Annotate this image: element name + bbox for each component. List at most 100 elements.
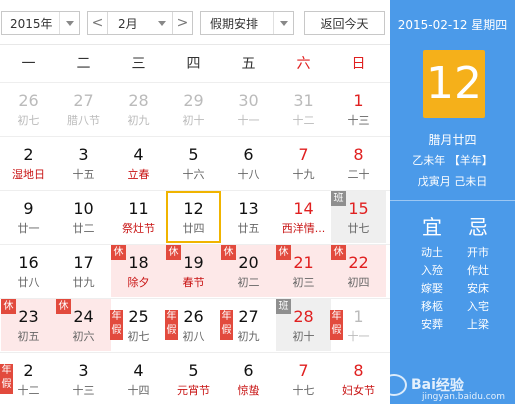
next-month-button[interactable]: > [172, 12, 192, 34]
lunar-date: 腊月廿四 [428, 133, 477, 147]
lunar-label: 十七 [292, 384, 315, 397]
calendar-day[interactable]: 1 十三 [331, 83, 386, 135]
day-number: 3 [78, 145, 89, 164]
calendar-day[interactable]: 24 初六休 [56, 299, 111, 351]
calendar-day[interactable]: 8 妇女节 [331, 353, 386, 404]
calendar-day[interactable]: 21 初三休 [276, 245, 331, 297]
day-number: 14 [293, 199, 314, 218]
day-number: 5 [188, 361, 199, 380]
calendar-day[interactable]: 13 廿五 [221, 191, 276, 243]
calendar-day[interactable]: 2 湿地日 [1, 137, 56, 189]
calendar-day[interactable]: 23 初五休 [1, 299, 56, 351]
month-select[interactable]: < 2月 > [87, 11, 193, 35]
holiday-badge: 年假 [165, 310, 178, 340]
holiday-badge: 休 [56, 299, 71, 314]
calendar-day[interactable]: 22 初四休 [331, 245, 386, 297]
ganzhi-month-day: 戊寅月 己未日 [417, 175, 488, 188]
calendar-day[interactable]: 6 惊蛰 [221, 353, 276, 404]
lunar-label: 妇女节 [342, 384, 375, 397]
divider [390, 200, 515, 201]
lunar-label: 廿四 [182, 222, 205, 235]
holiday-select[interactable]: 假期安排 [200, 11, 294, 35]
holiday-badge: 休 [111, 245, 126, 260]
weekday-header: 一二三四五六日 [0, 44, 390, 82]
calendar-day[interactable]: 14 西洋情... [276, 191, 331, 243]
lunar-label: 初五 [17, 330, 40, 343]
day-number: 31 [293, 91, 314, 110]
calendar-day[interactable]: 8 二十 [331, 137, 386, 189]
day-number: 13 [238, 199, 259, 218]
calendar-day[interactable]: 5 十六 [166, 137, 221, 189]
chevron-down-icon [152, 12, 172, 34]
calendar-day[interactable]: 29 初十 [166, 83, 221, 135]
month-select-value: 2月 [118, 16, 138, 31]
calendar-day[interactable]: 28 初九 [111, 83, 166, 135]
day-number: 11 [128, 199, 149, 218]
calendar-day[interactable]: 16 廿八 [1, 245, 56, 297]
lunar-label: 西洋情... [281, 222, 326, 235]
calendar-day[interactable]: 30 十一 [221, 83, 276, 135]
year-select[interactable]: 2015年 [1, 11, 80, 35]
calendar-day[interactable]: 20 初二休 [221, 245, 276, 297]
calendar-day[interactable]: 6 十八 [221, 137, 276, 189]
prev-month-button[interactable]: < [88, 12, 108, 34]
holiday-badge: 休 [221, 245, 236, 260]
day-number: 3 [78, 361, 89, 380]
holiday-badge: 休 [166, 245, 181, 260]
day-number: 1 [353, 91, 364, 110]
calendar-day[interactable]: 1 十一 年假 [330, 299, 386, 351]
lunar-label: 立春 [127, 168, 150, 181]
day-number: 4 [133, 361, 144, 380]
calendar-day[interactable]: 10 廿二 [56, 191, 111, 243]
calendar-day[interactable]: 9 廿一 [1, 191, 56, 243]
calendar-day[interactable]: 7 十七 [276, 353, 331, 404]
calendar-day[interactable]: 18 除夕休 [111, 245, 166, 297]
calendar-day[interactable]: 5 元宵节 [166, 353, 221, 404]
lunar-label: 十六 [182, 168, 205, 181]
yi-title: 宜 [422, 215, 442, 239]
calendar-day[interactable]: 17 廿九 [56, 245, 111, 297]
calendar-day[interactable]: 28 初十班 [276, 299, 331, 351]
calendar-day[interactable]: 7 十九 [276, 137, 331, 189]
weekday-label: 五 [241, 56, 256, 72]
lunar-label: 十三 [72, 384, 95, 397]
calendar-day[interactable]: 3 十五 [56, 137, 111, 189]
calendar-day[interactable]: 27 腊八节 [56, 83, 111, 135]
calendar-day[interactable]: 27 初九 年假 [220, 299, 276, 351]
lunar-label: 初三 [292, 276, 315, 289]
workday-badge: 班 [276, 299, 291, 314]
calendar-day[interactable]: 25 初七 年假 [110, 299, 166, 351]
day-number: 30 [238, 91, 259, 110]
calendar-day[interactable]: 26 初八 年假 [165, 299, 221, 351]
day-number: 27 [73, 91, 94, 110]
yi-item: 嫁娶 [421, 282, 443, 295]
calendar-day[interactable]: 4 立春 [111, 137, 166, 189]
today-button[interactable]: 返回今天 [304, 11, 385, 35]
lunar-label: 廿八 [17, 276, 40, 289]
calendar-day[interactable]: 2 十二 年假 [0, 353, 56, 404]
day-number: 26 [18, 91, 39, 110]
calendar-day[interactable]: 26 初七 [1, 83, 56, 135]
calendar-day[interactable]: 15 廿七班 [331, 191, 386, 243]
lunar-label: 廿七 [347, 222, 370, 235]
lunar-label: 十八 [237, 168, 260, 181]
ji-item: 安床 [467, 282, 489, 295]
weekday-label: 六 [296, 56, 311, 72]
lunar-label: 廿五 [237, 222, 260, 235]
calendar-day-today[interactable]: 12 廿四 [166, 191, 221, 243]
calendar-day[interactable]: 11 祭灶节 [111, 191, 166, 243]
day-number: 28 [128, 91, 149, 110]
chevron-down-icon [273, 12, 293, 34]
calendar-day[interactable]: 19 春节休 [166, 245, 221, 297]
calendar-day[interactable]: 31 十二 [276, 83, 331, 135]
weekday-label: 日 [351, 56, 366, 72]
holiday-badge: 休 [331, 245, 346, 260]
lunar-label: 十二 [292, 114, 315, 127]
day-number: 2 [23, 145, 34, 164]
calendar-day[interactable]: 3 十三 [56, 353, 111, 404]
ji-item: 开市 [467, 246, 489, 259]
calendar-day[interactable]: 4 十四 [111, 353, 166, 404]
holiday-select-value: 假期安排 [210, 16, 259, 31]
ji-item: 入宅 [467, 300, 489, 313]
watermark-logo-text: Bai [411, 377, 436, 393]
